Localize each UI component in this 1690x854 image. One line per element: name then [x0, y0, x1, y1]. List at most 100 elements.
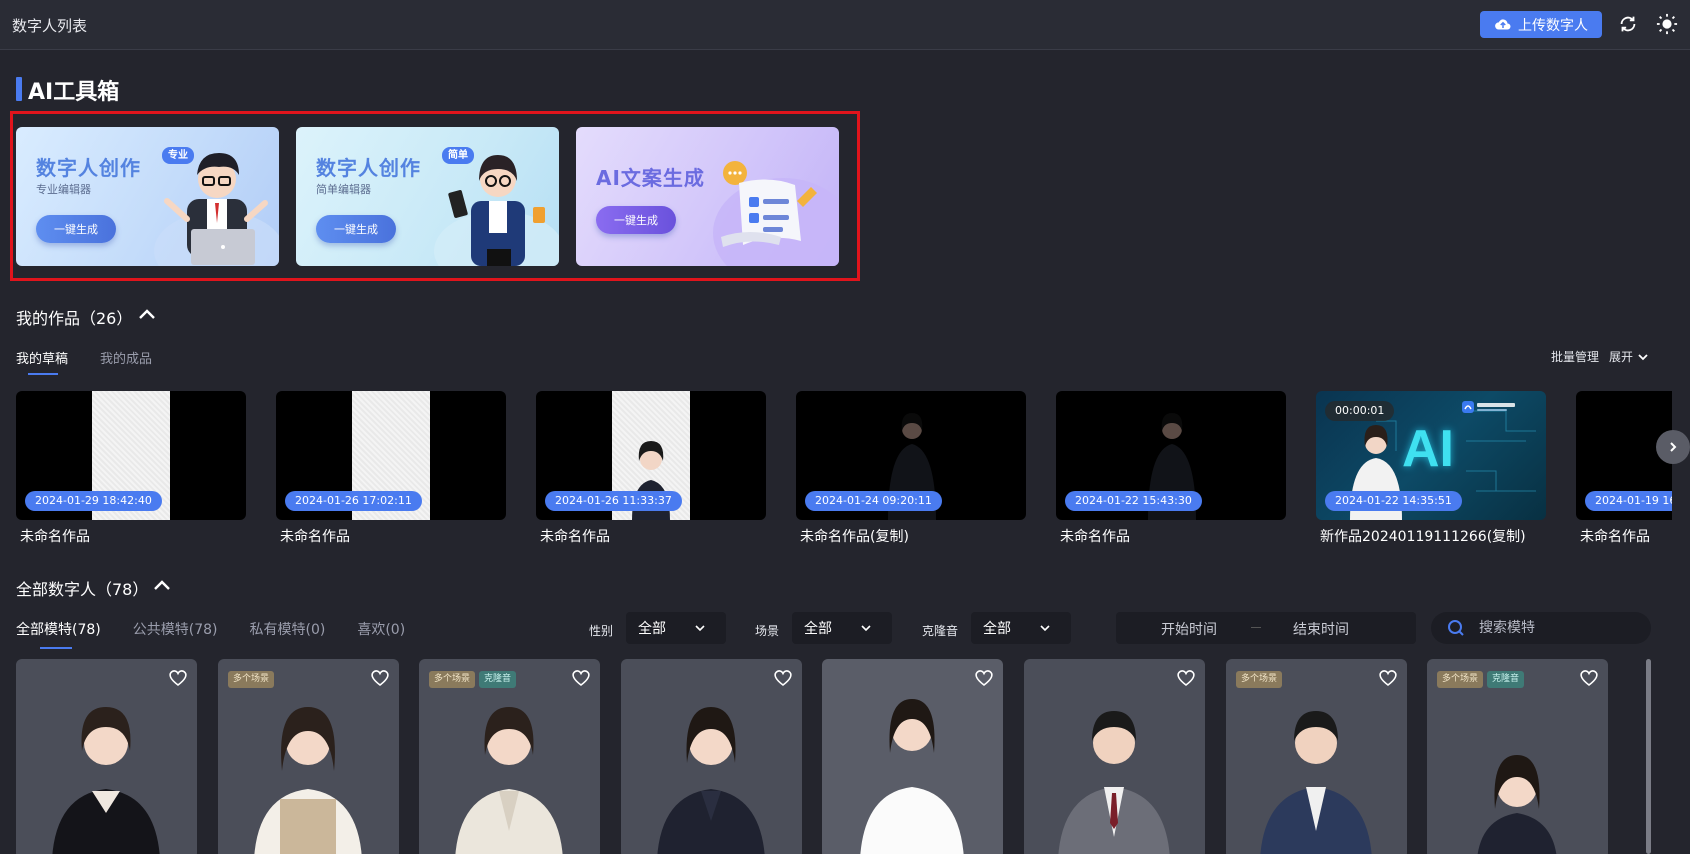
work-title: 未命名作品: [1060, 529, 1130, 545]
tool-card-ai-copywriting[interactable]: AI文案生成 一键生成: [576, 127, 839, 266]
ai-graphic-text: AI: [1402, 420, 1454, 478]
model-card[interactable]: [822, 659, 1003, 854]
model-card[interactable]: [1024, 659, 1205, 854]
model-card[interactable]: 多个场景: [218, 659, 399, 854]
tab-private-models[interactable]: 私有模特(0): [250, 619, 326, 639]
date-badge: 2024-01-19 16:1: [1585, 491, 1672, 511]
digital-humans-title: 全部数字人（78）: [16, 580, 149, 599]
work-card[interactable]: 2024-01-26 17:02:11 未命名作品: [276, 391, 506, 546]
tab-all-models[interactable]: 全部模特(78): [16, 619, 101, 649]
work-thumbnail[interactable]: 2024-01-22 15:43:30: [1056, 391, 1286, 520]
chevron-down-icon: [695, 625, 705, 632]
model-card[interactable]: 多个场景 克隆音: [419, 659, 600, 854]
heart-icon[interactable]: [168, 669, 188, 687]
model-portrait: [254, 707, 362, 854]
model-portrait: [1260, 711, 1372, 854]
search-icon: [1448, 620, 1464, 636]
tab-favorites[interactable]: 喜欢(0): [357, 619, 405, 639]
work-thumbnail[interactable]: 2024-01-26 11:33:37: [536, 391, 766, 520]
batch-manage-link[interactable]: 批量管理: [1551, 348, 1599, 365]
carousel-next-button[interactable]: [1656, 430, 1690, 464]
chevron-up-icon[interactable]: [137, 307, 157, 321]
tab-drafts[interactable]: 我的草稿: [16, 348, 68, 375]
tool-card-title: 数字人创作: [36, 156, 141, 180]
generate-button[interactable]: 一键生成: [36, 215, 116, 243]
scene-select-value: 全部: [804, 621, 832, 637]
date-badge: 2024-01-22 14:35:51: [1325, 491, 1462, 511]
gender-select[interactable]: 全部: [626, 612, 726, 644]
work-card[interactable]: 2024-01-24 09:20:11 未命名作品(复制): [796, 391, 1026, 546]
date-range-picker[interactable]: 开始时间 结束时间: [1116, 612, 1416, 644]
works-tabs: 我的草稿 我的成品: [16, 348, 152, 375]
model-portrait: [455, 707, 563, 854]
heart-icon[interactable]: [773, 669, 793, 687]
scrollbar[interactable]: [1646, 659, 1651, 854]
model-search[interactable]: 搜索模特: [1431, 612, 1651, 644]
tool-card-subtitle: 专业编辑器: [36, 183, 91, 196]
work-card[interactable]: 2024-01-19 16:1 未命名作品: [1576, 391, 1672, 546]
refresh-icon[interactable]: [1617, 13, 1639, 35]
work-card[interactable]: 2024-01-26 11:33:37 未命名作品: [536, 391, 766, 546]
heart-icon[interactable]: [370, 669, 390, 687]
model-card[interactable]: [16, 659, 197, 854]
model-card[interactable]: 多个场景 克隆音: [1427, 659, 1608, 854]
start-time-input[interactable]: 开始时间: [1161, 619, 1217, 639]
tab-finished[interactable]: 我的成品: [100, 348, 152, 367]
tool-card-pro-editor[interactable]: 数字人创作 专业编辑器 一键生成 专业: [16, 127, 279, 266]
generate-button[interactable]: 一键生成: [316, 215, 396, 243]
work-thumbnail[interactable]: 2024-01-29 18:42:40: [16, 391, 246, 520]
chevron-down-icon: [1638, 353, 1648, 360]
work-card[interactable]: AI 00:00:01 2024-01-22 14:35:51 新作品20240…: [1316, 391, 1546, 546]
end-time-input[interactable]: 结束时间: [1293, 619, 1349, 639]
date-badge: 2024-01-26 17:02:11: [285, 491, 422, 511]
tab-public-models[interactable]: 公共模特(78): [133, 619, 218, 639]
top-bar: 数字人列表 上传数字人: [0, 0, 1690, 50]
date-badge: 2024-01-22 15:43:30: [1065, 491, 1202, 511]
scene-select[interactable]: 全部: [792, 612, 892, 644]
model-portrait: [860, 699, 964, 854]
presenter-with-laptop-illustration: [154, 153, 279, 266]
chevron-up-icon[interactable]: [152, 578, 172, 592]
range-separator: [1251, 627, 1261, 628]
tool-card-title: AI文案生成: [596, 166, 705, 190]
model-card[interactable]: [621, 659, 802, 854]
tool-card-simple-editor[interactable]: 数字人创作 简单编辑器 一键生成 简单: [296, 127, 559, 266]
heart-icon[interactable]: [571, 669, 591, 687]
work-card[interactable]: 2024-01-29 18:42:40 未命名作品: [16, 391, 246, 546]
date-badge: 2024-01-26 11:33:37: [545, 491, 682, 511]
heart-icon[interactable]: [1378, 669, 1398, 687]
work-title: 未命名作品: [540, 529, 610, 545]
cloud-upload-icon: [1495, 18, 1511, 29]
work-thumbnail[interactable]: 2024-01-24 09:20:11: [796, 391, 1026, 520]
work-thumbnail[interactable]: AI 00:00:01 2024-01-22 14:35:51: [1316, 391, 1546, 520]
model-card[interactable]: 多个场景: [1226, 659, 1407, 854]
expand-toggle[interactable]: 展开: [1609, 348, 1649, 365]
work-title: 未命名作品: [1580, 529, 1650, 545]
work-title: 未命名作品: [280, 529, 350, 545]
heart-icon[interactable]: [974, 669, 994, 687]
tool-card-title: 数字人创作: [316, 156, 421, 180]
page-title: 数字人列表: [12, 17, 88, 35]
model-portrait: [1477, 755, 1557, 854]
chevron-down-icon: [1040, 625, 1050, 632]
gender-filter-label: 性别: [589, 624, 614, 638]
my-works-title: 我的作品（26）: [16, 309, 133, 328]
chevron-down-icon: [861, 625, 871, 632]
works-carousel: 2024-01-29 18:42:40 未命名作品 2024-01-26 17:…: [16, 391, 1672, 551]
clone-voice-select-value: 全部: [983, 621, 1011, 637]
heart-icon[interactable]: [1176, 669, 1196, 687]
upload-digital-human-button[interactable]: 上传数字人: [1480, 11, 1602, 38]
clone-voice-select[interactable]: 全部: [971, 612, 1071, 644]
duration-badge: 00:00:01: [1325, 401, 1395, 421]
search-input[interactable]: 搜索模特: [1479, 612, 1535, 644]
work-thumbnail[interactable]: 2024-01-26 17:02:11: [276, 391, 506, 520]
work-title: 未命名作品(复制): [800, 529, 909, 545]
tool-card-subtitle: 简单编辑器: [316, 183, 371, 196]
document-checklist-icon: [713, 161, 839, 266]
sun-icon[interactable]: [1656, 13, 1678, 35]
generate-button[interactable]: 一键生成: [596, 206, 676, 234]
chevron-right-icon: [1670, 442, 1677, 452]
heart-icon[interactable]: [1579, 669, 1599, 687]
work-card[interactable]: 2024-01-22 15:43:30 未命名作品: [1056, 391, 1286, 546]
date-badge: 2024-01-24 09:20:11: [805, 491, 942, 511]
